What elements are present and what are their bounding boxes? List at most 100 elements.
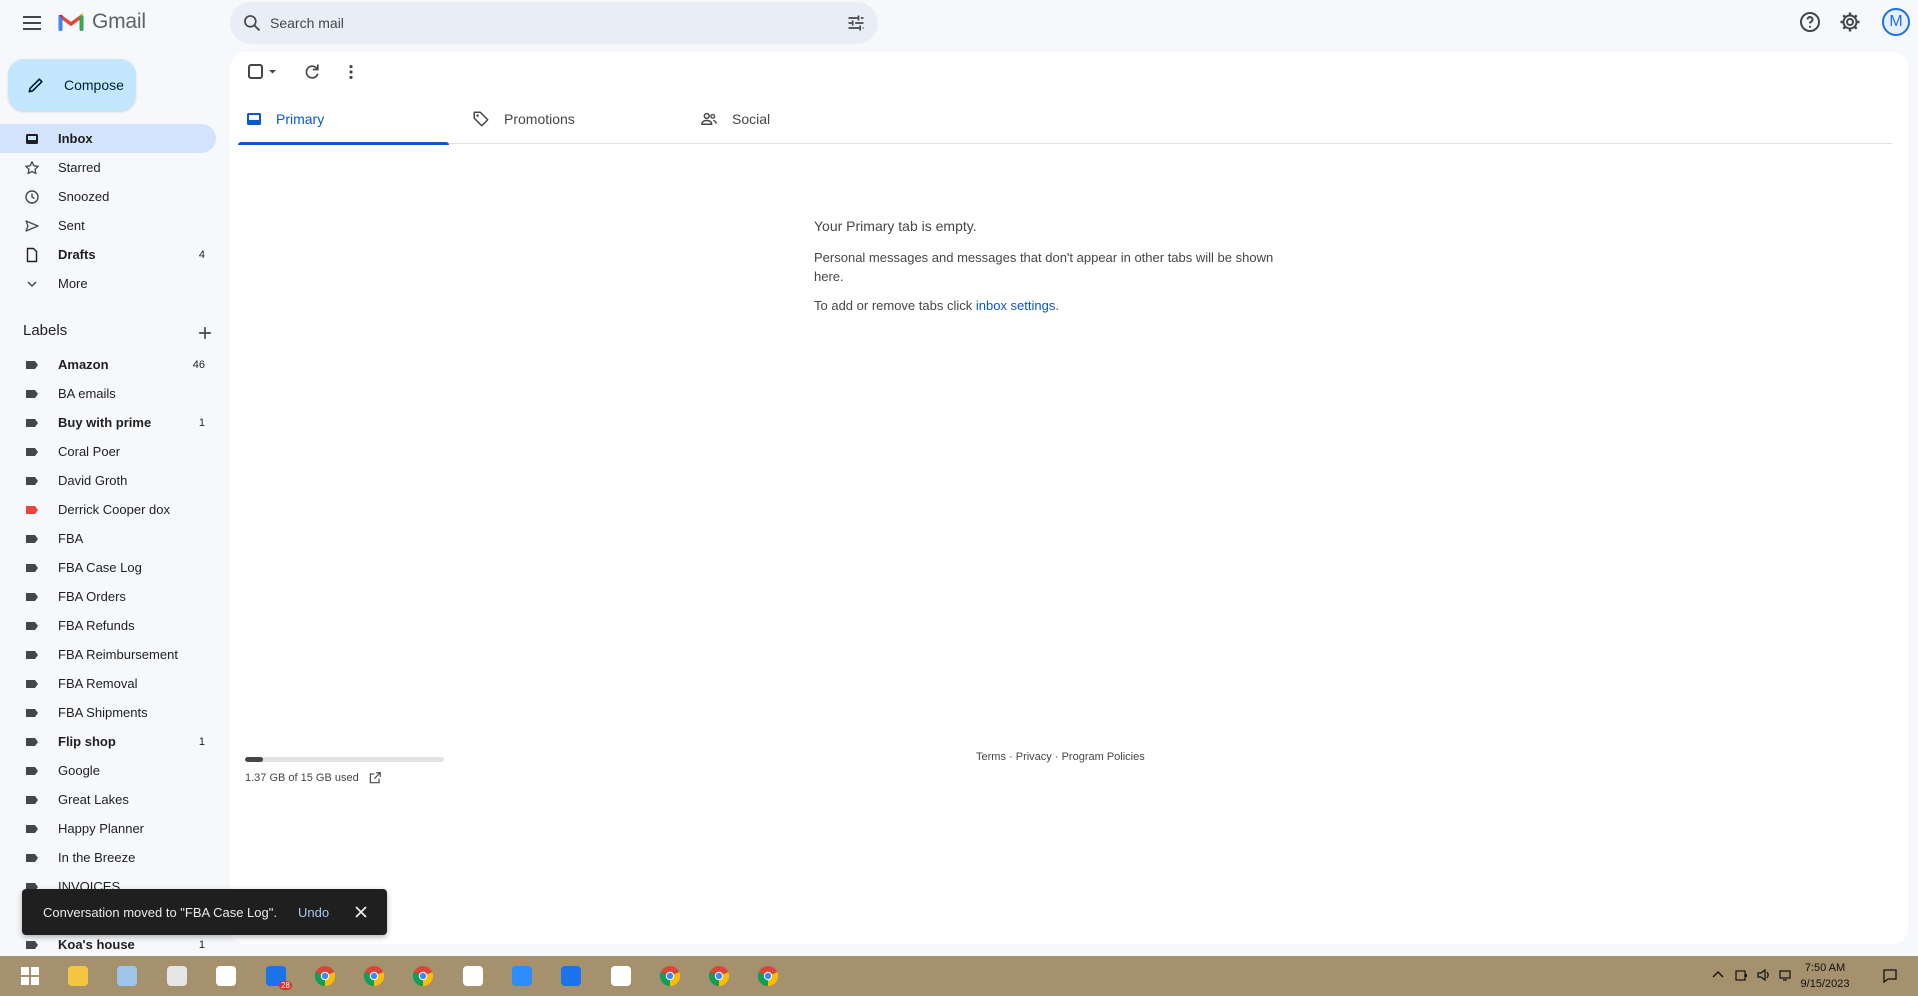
refresh-icon[interactable] <box>302 62 322 82</box>
label-item[interactable]: FBA Case Log <box>0 553 216 582</box>
compose-label: Compose <box>64 77 124 93</box>
label-name: Buy with prime <box>58 415 152 430</box>
r-app-icon[interactable] <box>559 964 583 988</box>
label-item[interactable]: Happy Planner <box>0 814 216 843</box>
label-item[interactable]: FBA Refunds <box>0 611 216 640</box>
chrome-profile-k-icon[interactable] <box>411 964 435 988</box>
category-tabs: Primary Promotions Social <box>238 94 1892 145</box>
search-input[interactable] <box>270 2 810 44</box>
program-policies-link[interactable]: Program Policies <box>1062 751 1145 763</box>
notepad-icon[interactable] <box>115 964 139 988</box>
chrome-icon[interactable] <box>313 964 337 988</box>
clock-icon <box>25 190 39 204</box>
label-item[interactable]: BA emails <box>0 379 216 408</box>
more-vert-icon[interactable] <box>341 62 361 82</box>
sidebar-item-sent[interactable]: Sent <box>0 211 216 240</box>
label-item[interactable]: David Groth <box>0 466 216 495</box>
pencil-icon <box>28 78 43 93</box>
terms-link[interactable]: Terms <box>976 751 1006 763</box>
label-item[interactable]: Flip shop 1 <box>0 727 216 756</box>
close-icon[interactable] <box>354 905 368 919</box>
help-icon[interactable] <box>1798 10 1822 34</box>
windows-start-icon[interactable] <box>18 964 42 988</box>
label-name: FBA <box>58 531 84 546</box>
search-bar[interactable] <box>230 2 878 44</box>
sidebar-item-drafts[interactable]: Drafts 4 <box>0 240 216 269</box>
label-name: In the Breeze <box>58 850 136 865</box>
system-clock[interactable]: 7:50 AM 9/15/2023 <box>1790 960 1860 992</box>
footer-separator: · <box>1051 751 1062 763</box>
search-icon[interactable] <box>242 13 262 33</box>
chrome-profile-d-icon[interactable] <box>658 964 682 988</box>
tab-primary[interactable]: Primary <box>238 94 449 145</box>
clock-time: 7:50 AM <box>1804 962 1846 974</box>
sidebar-item-inbox[interactable]: Inbox <box>0 124 216 153</box>
nav-list: Inbox Starred Snoozed Sent Drafts 4 More <box>0 124 228 298</box>
calculator-icon[interactable] <box>165 964 189 988</box>
app-icon[interactable] <box>461 964 485 988</box>
label-name: Derrick Cooper dox <box>58 502 170 517</box>
mail-app-icon[interactable]: 28 <box>264 964 292 990</box>
empty-link-prefix: To add or remove tabs click <box>814 298 976 313</box>
chevron-up-icon[interactable] <box>1711 968 1725 982</box>
menu-icon[interactable] <box>20 11 44 35</box>
label-item[interactable]: Derrick Cooper dox <box>0 495 216 524</box>
volume-icon[interactable] <box>1756 968 1770 982</box>
active-tab-indicator <box>238 142 449 145</box>
label-name: FBA Refunds <box>58 618 135 633</box>
label-item[interactable]: Coral Poer <box>0 437 216 466</box>
compose-button[interactable]: Compose <box>8 59 136 111</box>
inbox-settings-link[interactable]: inbox settings <box>976 298 1056 313</box>
label-name: FBA Case Log <box>58 560 142 575</box>
sidebar-item-label: Inbox <box>58 131 93 146</box>
label-name: Flip shop <box>58 734 116 749</box>
empty-title: Your Primary tab is empty. <box>814 218 977 234</box>
label-item[interactable]: Google <box>0 756 216 785</box>
tab-social[interactable]: Social <box>700 94 911 144</box>
label-item[interactable]: FBA Reimbursement <box>0 640 216 669</box>
label-name: Great Lakes <box>58 792 129 807</box>
send-icon <box>25 220 39 232</box>
plus-icon[interactable] <box>195 323 215 343</box>
label-item[interactable]: In the Breeze <box>0 843 216 872</box>
sidebar-item-starred[interactable]: Starred <box>0 153 216 182</box>
settings-icon[interactable] <box>1838 10 1862 34</box>
avatar[interactable]: M <box>1882 8 1910 36</box>
label-item[interactable]: FBA <box>0 524 216 553</box>
tune-icon[interactable] <box>846 13 866 33</box>
chrome-profile-k2-icon[interactable] <box>707 964 731 988</box>
label-item[interactable]: Great Lakes <box>0 785 216 814</box>
slack-icon[interactable] <box>214 964 238 988</box>
label-name: FBA Shipments <box>58 705 148 720</box>
label-item[interactable]: Amazon 46 <box>0 350 216 379</box>
battery-icon[interactable] <box>1734 968 1748 982</box>
chrome-profile-icon[interactable] <box>362 964 386 988</box>
file-explorer-icon[interactable] <box>66 964 90 988</box>
label-item[interactable]: FBA Removal <box>0 669 216 698</box>
people-icon <box>701 112 717 125</box>
undo-button[interactable]: Undo <box>298 905 329 920</box>
label-icon <box>26 680 38 688</box>
label-icon <box>26 361 38 369</box>
app-icon-2[interactable] <box>609 964 633 988</box>
top-bar: Gmail M <box>0 0 1918 44</box>
zoom-icon[interactable] <box>510 964 534 988</box>
gmail-m-icon <box>58 13 84 31</box>
tab-label: Social <box>732 111 771 127</box>
label-item[interactable]: FBA Orders <box>0 582 216 611</box>
tab-promotions[interactable]: Promotions <box>472 94 683 144</box>
label-item[interactable]: FBA Shipments <box>0 698 216 727</box>
label-icon <box>26 622 38 630</box>
chrome-icon-2[interactable] <box>756 964 780 988</box>
gmail-logo[interactable]: Gmail <box>58 10 146 34</box>
select-checkbox[interactable] <box>246 62 280 82</box>
label-item[interactable]: Buy with prime 1 <box>0 408 216 437</box>
notification-icon[interactable] <box>1882 968 1898 984</box>
open-in-new-icon[interactable] <box>368 771 382 785</box>
empty-text: Personal messages and messages that don'… <box>814 250 1274 284</box>
snackbar: Conversation moved to "FBA Case Log". Un… <box>22 889 387 935</box>
sidebar-item-snoozed[interactable]: Snoozed <box>0 182 216 211</box>
star-icon <box>25 161 39 175</box>
sidebar-item-more[interactable]: More <box>0 269 216 298</box>
privacy-link[interactable]: Privacy <box>1016 751 1052 763</box>
